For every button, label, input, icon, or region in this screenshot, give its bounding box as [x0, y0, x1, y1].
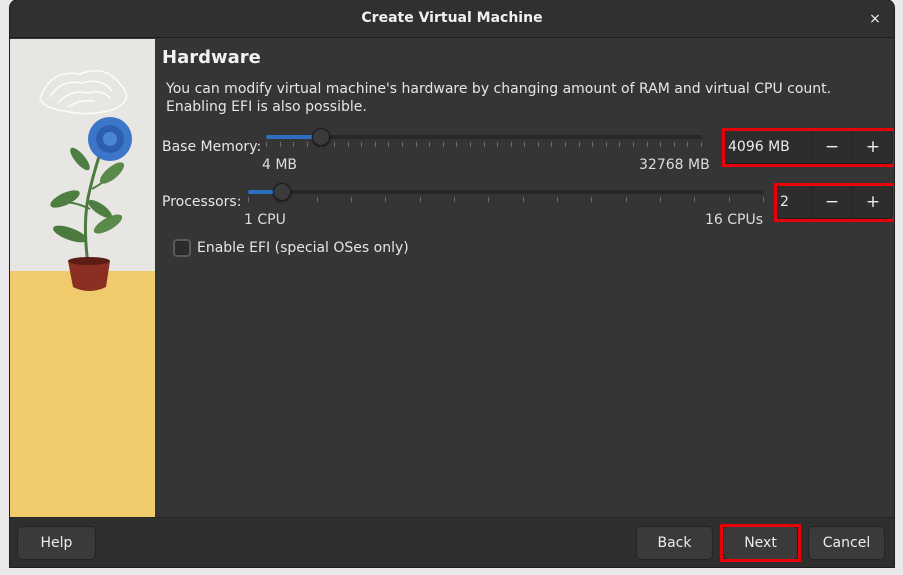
slider-tick — [763, 197, 764, 202]
memory-value[interactable]: 4096 MB — [724, 131, 790, 163]
slider-tick — [511, 142, 512, 147]
slider-tick — [687, 142, 688, 147]
memory-max-label: 32768 MB — [639, 157, 710, 173]
slider-tick — [280, 142, 281, 147]
create-vm-dialog: Create Virtual Machine × Hardware You ca… — [10, 0, 894, 567]
slider-tick — [248, 197, 249, 202]
processors-label: Processors: — [162, 194, 242, 210]
page-description: You can modify virtual machine's hardwar… — [166, 80, 886, 116]
memory-spinbox: 4096 MB − + — [723, 130, 893, 164]
processors-min-label: 1 CPU — [244, 212, 286, 228]
processors-max-label: 16 CPUs — [705, 212, 764, 228]
flower-pot-illustration — [10, 39, 155, 517]
slider-tick — [619, 142, 620, 147]
slider-tick — [591, 197, 592, 202]
help-button[interactable]: Help — [17, 526, 96, 560]
slider-tick — [416, 142, 417, 147]
slider-tick — [388, 142, 389, 147]
memory-decrement-button[interactable]: − — [811, 131, 852, 163]
dialog-footer: Help Back Next Cancel — [10, 517, 894, 567]
slider-tick — [551, 142, 552, 147]
slider-tick — [538, 142, 539, 147]
slider-ticks — [248, 197, 764, 203]
processors-spinbox: 2 − + — [775, 185, 893, 219]
slider-tick — [484, 142, 485, 147]
title-bar: Create Virtual Machine × — [10, 0, 894, 38]
slider-tick — [497, 142, 498, 147]
slider-tick — [565, 142, 566, 147]
slider-tick — [660, 197, 661, 202]
slider-tick — [402, 142, 403, 147]
slider-ticks — [266, 142, 702, 148]
memory-increment-button[interactable]: + — [852, 131, 893, 163]
slider-tick — [351, 197, 352, 202]
wizard-side-image — [10, 39, 155, 517]
slider-tick — [729, 197, 730, 202]
slider-tick — [334, 142, 335, 147]
slider-tick — [592, 142, 593, 147]
slider-tick — [524, 142, 525, 147]
description-line-1: You can modify virtual machine's hardwar… — [166, 81, 832, 97]
slider-tick — [674, 142, 675, 147]
wizard-content: Hardware You can modify virtual machine'… — [155, 39, 894, 517]
slider-tick — [429, 142, 430, 147]
slider-tick — [606, 142, 607, 147]
slider-thumb[interactable] — [273, 183, 291, 201]
base-memory-label: Base Memory: — [162, 139, 262, 155]
efi-checkbox[interactable] — [173, 239, 191, 257]
slider-tick — [557, 197, 558, 202]
slider-tick — [293, 142, 294, 147]
slider-tick — [348, 142, 349, 147]
memory-min-label: 4 MB — [262, 157, 298, 173]
slider-tick — [420, 197, 421, 202]
back-button[interactable]: Back — [636, 526, 713, 560]
slider-tick — [266, 142, 267, 147]
window-title: Create Virtual Machine — [361, 10, 543, 26]
slider-tick — [454, 197, 455, 202]
slider-tick — [523, 197, 524, 202]
description-line-2: Enabling EFI is also possible. — [166, 99, 367, 115]
slider-tick — [647, 142, 648, 147]
processors-decrement-button[interactable]: − — [811, 186, 852, 218]
slider-tick — [443, 142, 444, 147]
slider-tick — [361, 142, 362, 147]
slider-tick — [470, 142, 471, 147]
slider-tick — [579, 142, 580, 147]
processors-value[interactable]: 2 — [776, 186, 789, 218]
slider-tick — [701, 142, 702, 147]
slider-tick — [375, 142, 376, 147]
slider-tick — [626, 197, 627, 202]
slider-tick — [307, 142, 308, 147]
slider-tick — [633, 142, 634, 147]
efi-label: Enable EFI (special OSes only) — [197, 240, 409, 256]
close-icon[interactable]: × — [864, 8, 886, 30]
slider-tick — [488, 197, 489, 202]
base-memory-slider[interactable] — [266, 126, 702, 150]
slider-tick — [456, 142, 457, 147]
cancel-button[interactable]: Cancel — [808, 526, 885, 560]
slider-tick — [317, 197, 318, 202]
slider-tick — [694, 197, 695, 202]
slider-track — [266, 135, 702, 139]
slider-thumb[interactable] — [312, 128, 330, 146]
next-button[interactable]: Next — [723, 526, 798, 560]
page-title: Hardware — [162, 47, 261, 68]
slider-tick — [385, 197, 386, 202]
slider-track — [248, 190, 764, 194]
processors-increment-button[interactable]: + — [852, 186, 893, 218]
slider-tick — [660, 142, 661, 147]
processors-slider[interactable] — [248, 181, 764, 205]
